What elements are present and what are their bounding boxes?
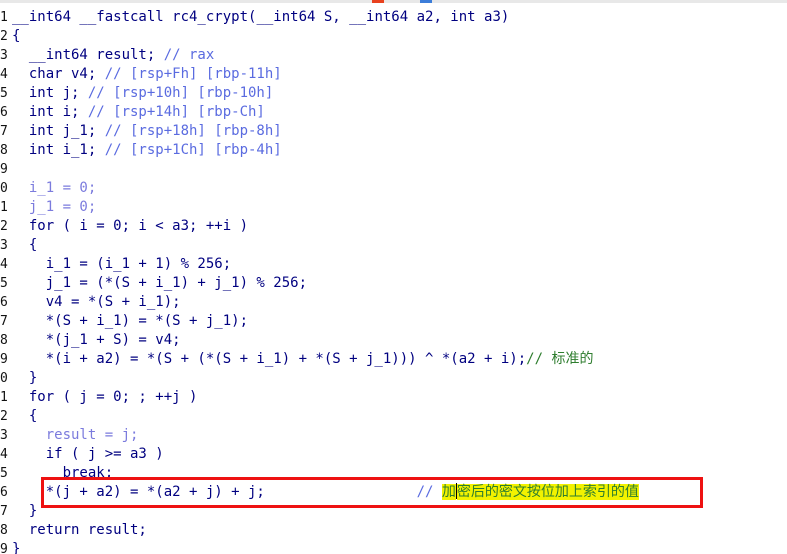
code-line[interactable]: 3 result = j;: [0, 426, 787, 445]
statement: i_1 = 0;: [12, 180, 97, 196]
stack-comment: // [rsp+Fh] [rbp-11h]: [104, 66, 282, 82]
line-number: 9: [0, 162, 8, 177]
code-line[interactable]: 6 int i; // [rsp+14h] [rbp-Ch]: [0, 103, 787, 122]
line-number: 4: [0, 257, 8, 272]
tab-indicator[interactable]: [420, 0, 432, 3]
register-comment: // rax: [163, 47, 215, 63]
code-line[interactable]: 5 j_1 = (*(S + i_1) + j_1) % 256;: [0, 274, 787, 293]
line-number: 7: [0, 314, 8, 329]
if-statement: if ( j >= a3 ): [12, 446, 164, 462]
line-number: 5: [0, 276, 8, 291]
line-number: 2: [0, 409, 8, 424]
line-number: 3: [0, 428, 8, 443]
line-number: 3: [0, 48, 8, 63]
code-line[interactable]: 2 for ( i = 0; i < a3; ++i ): [0, 217, 787, 236]
stack-comment: // [rsp+1Ch] [rbp-4h]: [104, 142, 282, 158]
code-line-blank[interactable]: 9: [0, 160, 787, 179]
stack-comment: // [rsp+14h] [rbp-Ch]: [87, 104, 265, 120]
statement: *(S + i_1) = *(S + j_1);: [12, 313, 249, 329]
brace: {: [12, 237, 38, 253]
line-number: 0: [0, 371, 8, 386]
line-number: 8: [0, 143, 8, 158]
code-line[interactable]: 8 *(j_1 + S) = v4;: [0, 331, 787, 350]
brace: }: [12, 503, 38, 519]
code-line[interactable]: 1 j_1 = 0;: [0, 198, 787, 217]
line-number: 5: [0, 466, 8, 481]
line-number: 1: [0, 390, 8, 405]
annotation-highlight-box: [41, 477, 703, 508]
code-line[interactable]: 4 char v4; // [rsp+Fh] [rbp-11h]: [0, 65, 787, 84]
declaration-v4: char v4;: [12, 66, 105, 82]
line-number: 8: [0, 523, 8, 538]
code-line[interactable]: 0 i_1 = 0;: [0, 179, 787, 198]
code-line[interactable]: 9 *(i + a2) = *(S + (*(S + i_1) + *(S + …: [0, 350, 787, 369]
code-line[interactable]: 2 {: [0, 27, 787, 46]
code-line[interactable]: 1 for ( j = 0; ; ++j ): [0, 388, 787, 407]
line-number: 0: [0, 181, 8, 196]
code-line[interactable]: 2 {: [0, 407, 787, 426]
code-line[interactable]: 4 i_1 = (i_1 + 1) % 256;: [0, 255, 787, 274]
editor-tab-strip: [0, 0, 787, 3]
line-number: 7: [0, 504, 8, 519]
code-line[interactable]: 3 __int64 result; // rax: [0, 46, 787, 65]
line-number: 6: [0, 295, 8, 310]
open-brace: {: [12, 28, 21, 44]
declaration-result: __int64 result;: [12, 47, 164, 63]
declaration-j1: int j_1;: [12, 123, 105, 139]
line-number: 1: [0, 10, 8, 25]
tab-indicator-active[interactable]: [372, 0, 384, 3]
line-number: 9: [0, 352, 8, 367]
line-number: 4: [0, 447, 8, 462]
line-number: 8: [0, 333, 8, 348]
code-line[interactable]: 7 *(S + i_1) = *(S + j_1);: [0, 312, 787, 331]
declaration-i: int i;: [12, 104, 88, 120]
stack-comment: // [rsp+10h] [rbp-10h]: [87, 85, 274, 101]
for-loop-header: for ( j = 0; ; ++j ): [12, 389, 198, 405]
line-number: 1: [0, 200, 8, 215]
declaration-j: int j;: [12, 85, 88, 101]
brace: {: [12, 408, 38, 424]
code-line[interactable]: 8 return result;: [0, 521, 787, 540]
line-number: 2: [0, 29, 8, 44]
stack-comment: // [rsp+18h] [rbp-8h]: [104, 123, 282, 139]
statement: i_1 = (i_1 + 1) % 256;: [12, 256, 232, 272]
code-line[interactable]: 7 int j_1; // [rsp+18h] [rbp-8h]: [0, 122, 787, 141]
code-line-signature[interactable]: 1 __int64 __fastcall rc4_crypt(__int64 S…: [0, 8, 787, 27]
close-brace: }: [12, 541, 21, 554]
line-number: 9: [0, 542, 8, 554]
for-loop-header: for ( i = 0; i < a3; ++i ): [12, 218, 249, 234]
line-number: 6: [0, 485, 8, 500]
code-line[interactable]: 9 }: [0, 540, 787, 554]
pseudocode-view[interactable]: 1 __int64 __fastcall rc4_crypt(__int64 S…: [0, 8, 787, 554]
brace: }: [12, 370, 38, 386]
line-number: 2: [0, 219, 8, 234]
line-number: 6: [0, 105, 8, 120]
code-line[interactable]: 8 int i_1; // [rsp+1Ch] [rbp-4h]: [0, 141, 787, 160]
code-line[interactable]: 4 if ( j >= a3 ): [0, 445, 787, 464]
line-number: 3: [0, 238, 8, 253]
function-params: __int64 S, __int64 a2, int a3): [256, 9, 510, 25]
return-statement: return result;: [12, 522, 147, 538]
statement: result = j;: [12, 427, 139, 443]
function-signature: __int64 __fastcall rc4_crypt(: [12, 9, 257, 25]
code-line[interactable]: 0 }: [0, 369, 787, 388]
statement: *(i + a2) = *(S + (*(S + i_1) + *(S + j_…: [12, 351, 527, 367]
line-number: 4: [0, 67, 8, 82]
line-number: 7: [0, 124, 8, 139]
line-number: 5: [0, 86, 8, 101]
statement: j_1 = 0;: [12, 199, 97, 215]
statement: *(j_1 + S) = v4;: [12, 332, 181, 348]
chinese-comment: // 标准的: [526, 351, 594, 367]
code-line[interactable]: 3 {: [0, 236, 787, 255]
code-line[interactable]: 5 int j; // [rsp+10h] [rbp-10h]: [0, 84, 787, 103]
declaration-i1: int i_1;: [12, 142, 105, 158]
code-line[interactable]: 6 v4 = *(S + i_1);: [0, 293, 787, 312]
statement: v4 = *(S + i_1);: [12, 294, 181, 310]
statement: j_1 = (*(S + i_1) + j_1) % 256;: [12, 275, 308, 291]
